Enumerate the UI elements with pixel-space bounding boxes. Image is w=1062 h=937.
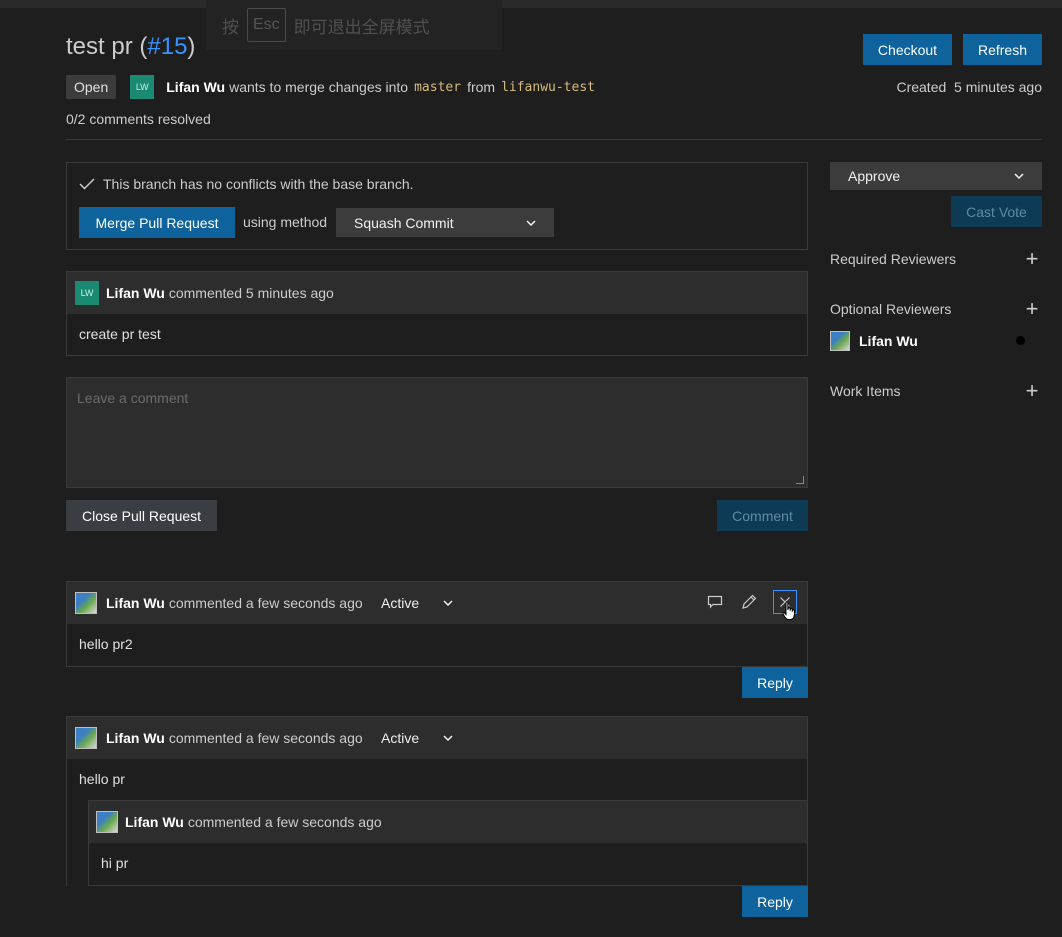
edit-icon[interactable]: [739, 592, 759, 612]
comment-author[interactable]: Lifan Wu: [106, 730, 165, 746]
commented-text: commented: [168, 285, 242, 301]
thread-status-select[interactable]: Active: [365, 589, 469, 617]
chevron-down-icon: [443, 600, 453, 606]
resolved-count: 0/2 comments resolved: [66, 111, 211, 127]
comment-body: hi pr: [101, 855, 129, 871]
source-branch: lifanwu-test: [501, 79, 595, 95]
commented-text: commented: [168, 730, 242, 746]
checkout-button[interactable]: Checkout: [863, 34, 952, 65]
created-ago: 5 minutes ago: [954, 79, 1042, 95]
window-top-strip: [0, 0, 1062, 8]
reply-button[interactable]: Reply: [742, 667, 808, 698]
avatar: [830, 331, 850, 351]
required-reviewers-section: Required Reviewers +: [830, 247, 1042, 271]
thread-status-select[interactable]: Active: [365, 724, 469, 752]
comment-time: a few seconds ago: [264, 814, 382, 830]
pr-description: LW Lifan Wu commented 5 minutes ago crea…: [66, 271, 808, 356]
vote-select-value: Approve: [848, 168, 901, 184]
work-items-section: Work Items +: [830, 379, 1042, 403]
required-reviewers-label: Required Reviewers: [830, 251, 957, 267]
merge-panel: This branch has no conflicts with the ba…: [66, 162, 808, 250]
commented-text: commented: [187, 814, 261, 830]
no-conflicts-text: This branch has no conflicts with the ba…: [103, 176, 414, 192]
into-text: into: [385, 79, 409, 95]
wants-text: wants to merge changes: [229, 79, 382, 95]
merge-button[interactable]: Merge Pull Request: [79, 207, 235, 238]
comment-placeholder: Leave a comment: [77, 390, 189, 406]
refresh-button[interactable]: Refresh: [963, 34, 1042, 65]
chevron-down-icon: [443, 735, 453, 741]
vote-select[interactable]: Approve: [830, 162, 1042, 190]
optional-reviewers-label: Optional Reviewers: [830, 301, 952, 317]
comment-header: Lifan Wu commented a few seconds ago Act…: [67, 582, 807, 624]
merge-method-select[interactable]: Squash Commit: [336, 208, 554, 237]
comment-time: a few seconds ago: [245, 730, 363, 746]
reviewer-vote-dot-icon: [1016, 336, 1025, 345]
comment-body: hello pr: [79, 771, 125, 787]
comment-textarea[interactable]: Leave a comment: [66, 377, 808, 488]
add-work-item-icon[interactable]: +: [1022, 380, 1042, 402]
chevron-down-icon: [526, 219, 536, 226]
merge-status: This branch has no conflicts with the ba…: [79, 176, 414, 192]
comment-body: create pr test: [79, 326, 161, 342]
comment-header: LW Lifan Wu commented 5 minutes ago: [67, 272, 807, 314]
comment-author[interactable]: Lifan Wu: [106, 595, 165, 611]
status-badge: Open: [66, 75, 117, 99]
comment-author[interactable]: Lifan Wu: [106, 285, 165, 301]
fullscreen-exit-hint: 按 Esc 即可退出全屏模式: [206, 0, 502, 50]
reviewer-item: Lifan Wu: [830, 330, 1042, 352]
commented-text: commented: [168, 595, 242, 611]
avatar: [96, 811, 118, 833]
created-time: Created 5 minutes ago: [896, 79, 1042, 95]
pr-number-close: ): [187, 33, 196, 60]
from-text: from: [467, 79, 496, 95]
pr-title: test pr: [66, 33, 133, 60]
pr-meta: Open LW Lifan Wu wants to merge changes …: [66, 75, 601, 99]
fullscreen-hint-prefix: 按: [222, 17, 239, 37]
reply-button[interactable]: Reply: [742, 886, 808, 917]
reviewer-name[interactable]: Lifan Wu: [859, 333, 918, 349]
check-icon: [79, 178, 95, 190]
avatar: [75, 727, 97, 749]
mouse-cursor-icon: [782, 601, 795, 620]
target-branch: master: [414, 79, 462, 95]
comment-time: a few seconds ago: [245, 595, 363, 611]
avatar: [75, 592, 97, 614]
chevron-down-icon: [1014, 173, 1024, 179]
thread-status-value: Active: [381, 730, 420, 746]
avatar: LW: [130, 75, 155, 99]
comment-button[interactable]: Comment: [717, 500, 808, 531]
pr-number-link[interactable]: #15: [147, 33, 187, 60]
comment-icon[interactable]: [705, 592, 725, 612]
comment-body: hello pr2: [79, 636, 133, 652]
author-name[interactable]: Lifan Wu: [166, 79, 225, 95]
comment-author[interactable]: Lifan Wu: [125, 814, 184, 830]
comment-reply: Lifan Wu commented a few seconds ago hi …: [88, 800, 808, 886]
avatar: LW: [75, 281, 99, 305]
created-label: Created: [896, 79, 947, 95]
merge-method-value: Squash Commit: [354, 214, 454, 231]
divider: [66, 139, 1042, 140]
add-optional-reviewer-icon[interactable]: +: [1022, 298, 1042, 320]
comment-header: Lifan Wu commented a few seconds ago: [89, 801, 807, 843]
comment-thread: Lifan Wu commented a few seconds ago Act…: [66, 581, 808, 667]
add-required-reviewer-icon[interactable]: +: [1022, 248, 1042, 270]
optional-reviewers-section: Optional Reviewers +: [830, 297, 1042, 321]
esc-key: Esc: [247, 8, 286, 42]
page-title: test pr (#15): [66, 33, 195, 61]
cast-vote-button[interactable]: Cast Vote: [951, 196, 1042, 227]
comment-time: 5 minutes ago: [245, 285, 334, 301]
close-pr-button[interactable]: Close Pull Request: [66, 500, 217, 531]
fullscreen-hint-suffix: 即可退出全屏模式: [293, 17, 430, 37]
using-method-label: using method: [243, 214, 328, 230]
comment-header: Lifan Wu commented a few seconds ago Act…: [67, 717, 807, 759]
resize-handle[interactable]: [796, 476, 804, 484]
thread-status-value: Active: [381, 595, 420, 611]
work-items-label: Work Items: [830, 383, 901, 399]
